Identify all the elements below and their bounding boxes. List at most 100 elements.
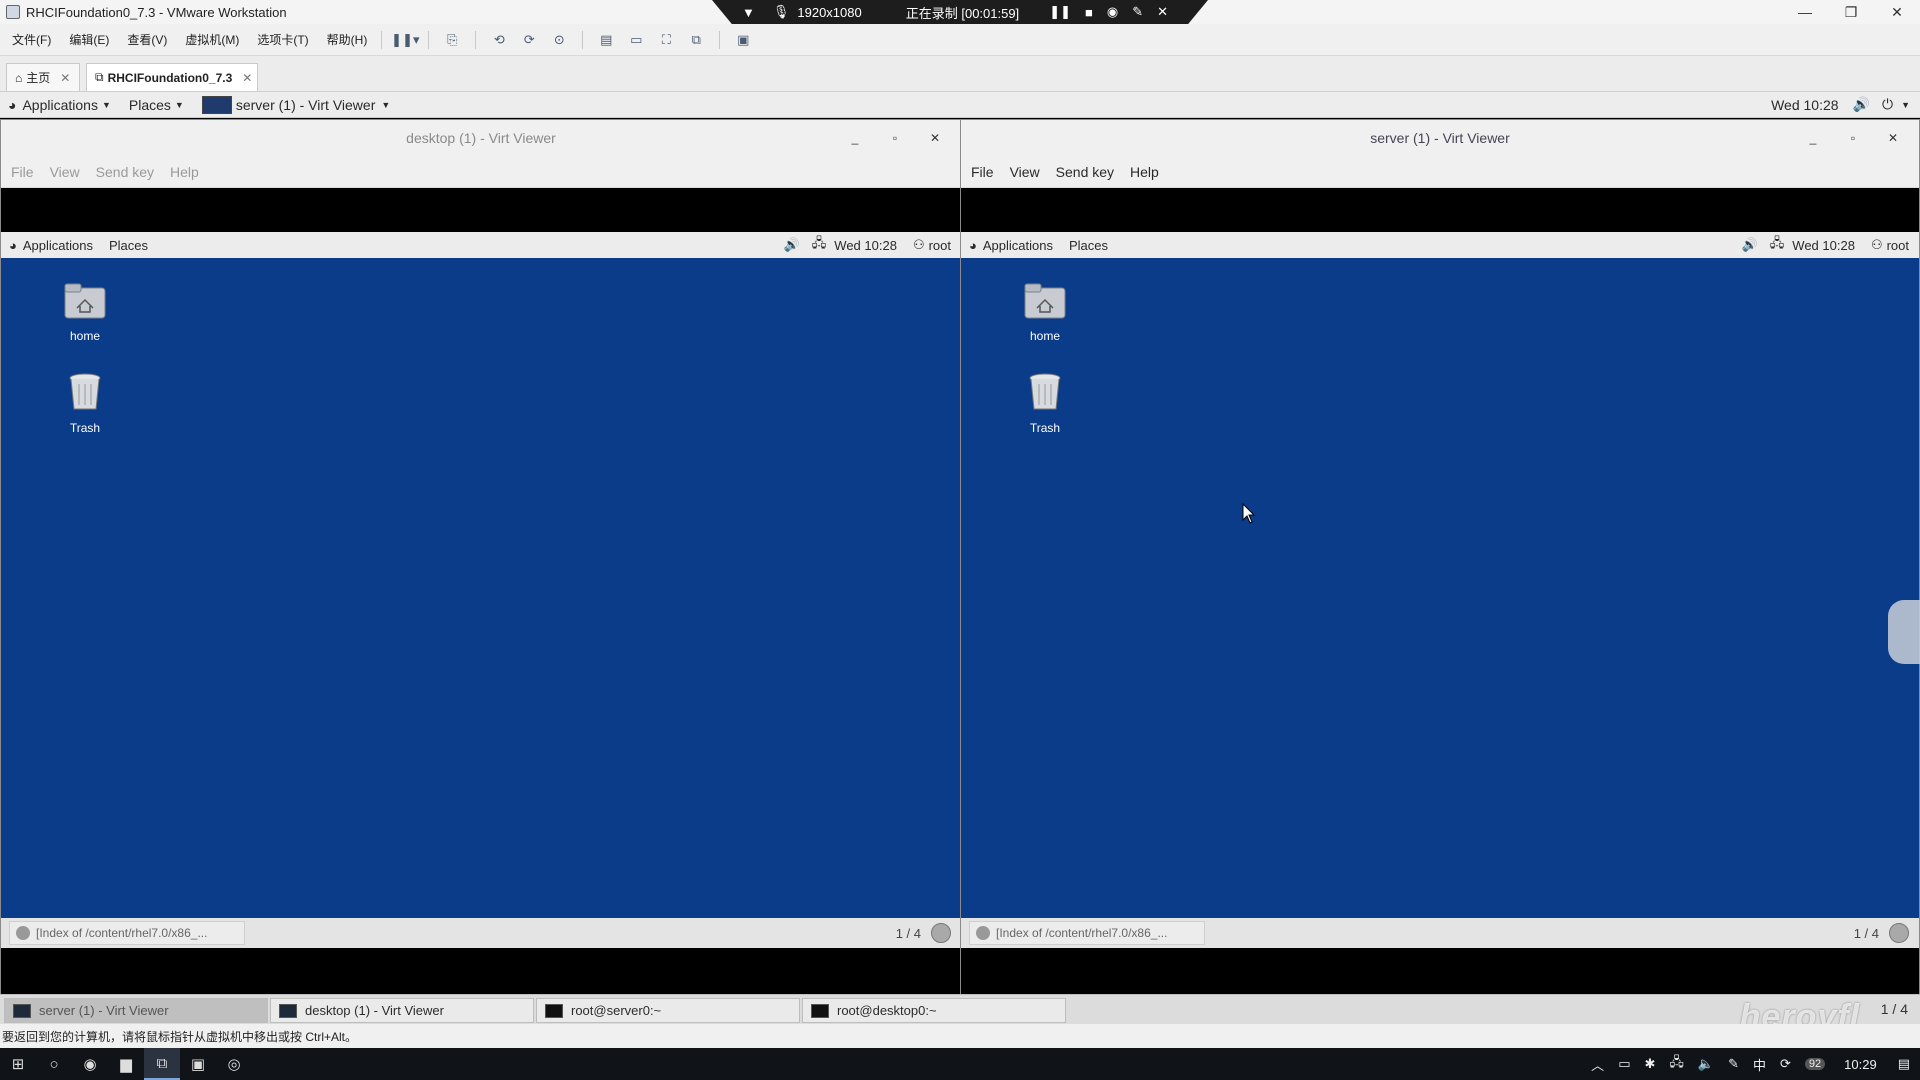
dropdown-icon[interactable]: ▼: [742, 5, 755, 20]
desktop-icon-trash[interactable]: Trash: [1005, 372, 1085, 435]
minimize-button[interactable]: _: [835, 131, 875, 145]
active-window-menu[interactable]: server (1) - Virt Viewer ▼: [201, 95, 390, 114]
menu-send-key[interactable]: Send key: [96, 164, 154, 180]
close-tab-icon[interactable]: ✕: [242, 71, 252, 85]
unity-icon[interactable]: ⧉: [685, 30, 707, 50]
places-menu[interactable]: Places ▼: [129, 97, 184, 113]
menu-view[interactable]: View: [50, 164, 80, 180]
menu-help[interactable]: Help: [170, 164, 199, 180]
volume-icon[interactable]: 🔊: [784, 237, 800, 253]
maximize-button[interactable]: ❐: [1828, 0, 1874, 24]
camera-icon[interactable]: ◉: [1107, 4, 1118, 20]
vm-desktop[interactable]: home Trash: [961, 258, 1919, 918]
minimize-button[interactable]: _: [1793, 131, 1833, 145]
places-label: Places: [128, 96, 171, 113]
menu-tabs[interactable]: 选项卡(T): [251, 31, 314, 48]
taskbar-item-desktop-viewer[interactable]: desktop (1) - Virt Viewer: [270, 998, 534, 1023]
network-icon[interactable]: 🖧: [1770, 234, 1785, 256]
browser-icon[interactable]: ◉: [72, 1048, 108, 1080]
snapshot-manager-icon[interactable]: ⊙: [548, 30, 570, 50]
fullscreen-icon[interactable]: ⛶: [655, 30, 677, 50]
power-icon[interactable]: ⏻: [1882, 96, 1893, 113]
menu-view[interactable]: 查看(V): [121, 31, 173, 48]
desktop-icon-trash[interactable]: Trash: [45, 372, 125, 435]
floating-assistant-widget[interactable]: [1888, 600, 1920, 664]
pause-icon[interactable]: ❚❚: [1049, 4, 1071, 20]
chevron-down-icon[interactable]: ▼: [1901, 100, 1910, 110]
workspace-pager[interactable]: 1 / 4: [1881, 1001, 1908, 1017]
chevron-up-icon[interactable]: ︿: [1591, 1055, 1604, 1074]
close-recording-icon[interactable]: ✕: [1157, 4, 1168, 20]
minimize-button[interactable]: —: [1782, 0, 1828, 24]
clock[interactable]: Wed 10:28: [1792, 238, 1855, 253]
notification-badge[interactable]: 92: [1804, 1058, 1826, 1070]
tray-app-icon[interactable]: ▭: [1618, 1056, 1630, 1072]
tab-vm[interactable]: ⧉ RHCIFoundation0_7.3 ✕: [86, 63, 258, 91]
stop-icon[interactable]: ■: [1085, 5, 1093, 20]
clock[interactable]: Wed 10:28: [834, 238, 897, 253]
library-icon[interactable]: ▤: [595, 30, 617, 50]
menu-edit[interactable]: 编辑(E): [63, 31, 115, 48]
action-center-icon[interactable]: ▤: [1898, 1056, 1910, 1072]
maximize-button[interactable]: ▫: [875, 131, 915, 145]
menu-file[interactable]: File: [971, 164, 994, 180]
menu-help[interactable]: 帮助(H): [321, 31, 374, 48]
windows-start-icon[interactable]: ⊞: [0, 1048, 36, 1080]
tab-home[interactable]: ⌂ 主页 ✕: [6, 63, 80, 91]
taskbar-item-terminal-server[interactable]: root@server0:~: [536, 998, 800, 1023]
places-menu[interactable]: Places: [1069, 238, 1108, 253]
volume-icon[interactable]: 🔊: [1853, 96, 1870, 113]
menu-file[interactable]: File: [11, 164, 34, 180]
revert-snapshot-icon[interactable]: ⟳: [518, 30, 540, 50]
mic-icon[interactable]: 🎙: [773, 4, 790, 20]
menu-help[interactable]: Help: [1130, 164, 1159, 180]
close-button[interactable]: ✕: [915, 131, 955, 145]
network-icon[interactable]: 🖧: [812, 234, 827, 256]
console-view-icon[interactable]: ▭: [625, 30, 647, 50]
taskbar-item-browser[interactable]: [Index of /content/rhel7.0/x86_...: [969, 921, 1205, 945]
menu-file[interactable]: 文件(F): [6, 31, 57, 48]
applications-menu[interactable]: ◕ Applications ▼: [8, 97, 111, 113]
workspace-pager[interactable]: 1 / 4: [896, 926, 921, 941]
places-menu[interactable]: Places: [109, 238, 148, 253]
menu-view[interactable]: View: [1010, 164, 1040, 180]
search-icon[interactable]: ○: [36, 1048, 72, 1080]
close-button[interactable]: ✕: [1873, 131, 1913, 145]
recorder-icon[interactable]: ◎: [216, 1048, 252, 1080]
applications-menu[interactable]: Applications: [983, 238, 1053, 253]
pen-icon[interactable]: ✎: [1132, 4, 1143, 20]
menu-vm[interactable]: 虚拟机(M): [179, 31, 245, 48]
pen-icon[interactable]: ✎: [1728, 1056, 1739, 1072]
close-tab-icon[interactable]: ✕: [60, 71, 70, 85]
ime-indicator[interactable]: 中: [1753, 1055, 1766, 1074]
workspace-indicator-icon[interactable]: [1889, 923, 1909, 943]
workspace-pager[interactable]: 1 / 4: [1854, 926, 1879, 941]
volume-icon[interactable]: 🔊: [1742, 237, 1758, 253]
stretch-view-icon[interactable]: ▣: [732, 30, 754, 50]
user-menu[interactable]: root: [929, 238, 951, 253]
taskbar-item-browser[interactable]: [Index of /content/rhel7.0/x86_...: [9, 921, 245, 945]
bluetooth-icon[interactable]: ✱: [1644, 1056, 1655, 1072]
desktop-icon-home[interactable]: home: [1005, 280, 1085, 343]
send-ctrl-alt-del-icon[interactable]: ⎘: [441, 30, 463, 50]
network-icon[interactable]: 🖧: [1669, 1053, 1684, 1075]
maximize-button[interactable]: ▫: [1833, 131, 1873, 145]
taskbar-clock[interactable]: 10:29: [1844, 1057, 1877, 1072]
vmware-taskbar-icon[interactable]: ⧉: [144, 1048, 180, 1080]
close-button[interactable]: ✕: [1874, 0, 1920, 24]
tray-sync-icon[interactable]: ⟳: [1780, 1056, 1791, 1072]
volume-icon[interactable]: 🔈: [1698, 1056, 1714, 1072]
user-menu[interactable]: root: [1887, 238, 1909, 253]
taskbar-item-terminal-desktop[interactable]: root@desktop0:~: [802, 998, 1066, 1023]
taskbar-item-server-viewer[interactable]: server (1) - Virt Viewer: [4, 998, 268, 1023]
app-icon[interactable]: ▣: [180, 1048, 216, 1080]
clock[interactable]: Wed 10:28: [1771, 97, 1838, 113]
applications-menu[interactable]: Applications: [23, 238, 93, 253]
vm-desktop[interactable]: home Trash: [1, 258, 961, 918]
file-explorer-icon[interactable]: ▆: [108, 1048, 144, 1080]
workspace-indicator-icon[interactable]: [931, 923, 951, 943]
pause-vm-icon[interactable]: ❚❚▾: [391, 30, 419, 50]
desktop-icon-home[interactable]: home: [45, 280, 125, 343]
snapshot-icon[interactable]: ⟲: [488, 30, 510, 50]
menu-send-key[interactable]: Send key: [1056, 164, 1114, 180]
